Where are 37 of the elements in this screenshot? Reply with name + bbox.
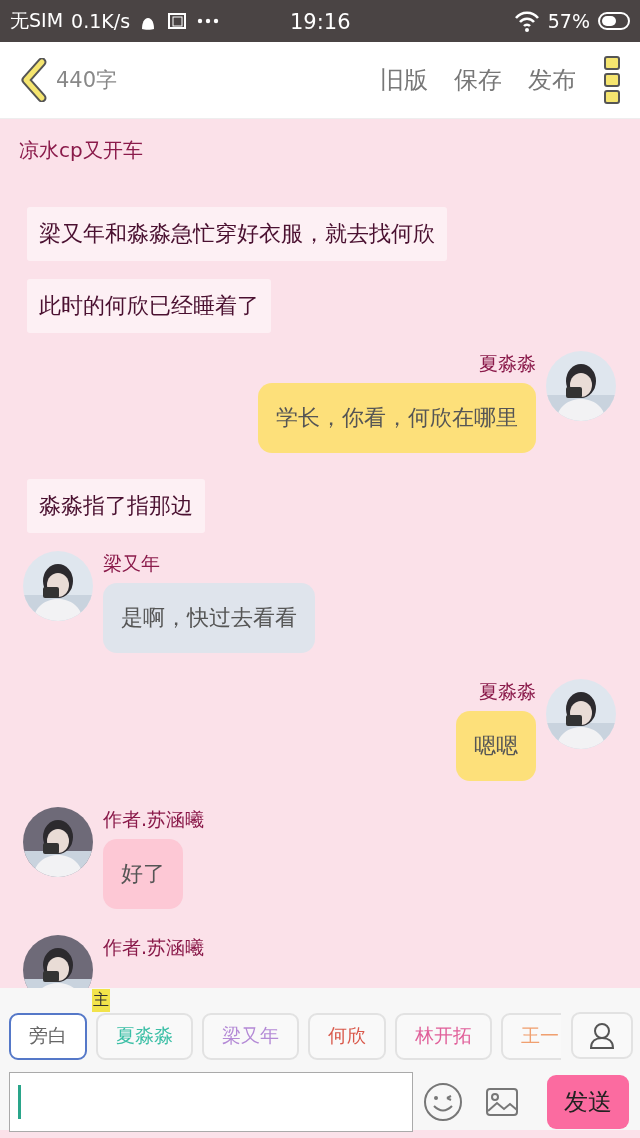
- character-chip[interactable]: 梁又年: [202, 1012, 299, 1060]
- send-button[interactable]: 发送: [547, 1075, 629, 1129]
- clock-time: 19:16: [290, 10, 351, 34]
- person-button[interactable]: [571, 1012, 633, 1059]
- battery-percent: 57%: [547, 10, 590, 32]
- message-bubble: 学长，你看，何欣在哪里: [258, 383, 536, 453]
- battery-icon: [598, 10, 630, 32]
- image-icon[interactable]: [485, 1085, 519, 1119]
- speaker-name: 夏淼淼: [479, 351, 536, 376]
- narration-text: 淼淼指了指那边: [27, 479, 205, 533]
- character-chip[interactable]: 旁白: [9, 1012, 87, 1060]
- message-input-field[interactable]: [9, 1072, 413, 1132]
- story-title: 凉水cp又开车: [19, 137, 144, 164]
- back-icon[interactable]: [18, 58, 48, 102]
- header-action-link[interactable]: 发布: [528, 64, 576, 96]
- message-bubble: 好了: [103, 839, 183, 909]
- header-action-link[interactable]: 保存: [454, 64, 502, 96]
- speaker-name: 夏淼淼: [479, 679, 536, 704]
- narration-text: 梁又年和淼淼急忙穿好衣服，就去找何欣: [27, 207, 447, 261]
- menu-icon[interactable]: [602, 55, 622, 105]
- main-badge: 主: [92, 988, 110, 1012]
- carrier-text: 无SIM: [10, 8, 64, 33]
- message-bubble: 嗯嗯: [456, 711, 536, 781]
- message-bubble: 是啊，快过去看看: [103, 583, 315, 653]
- wifi-icon: [513, 10, 540, 32]
- network-speed: 0.1K/s: [71, 10, 131, 32]
- speaker-name: 作者.苏涵曦: [103, 935, 205, 960]
- speaker-name: 梁又年: [103, 551, 160, 576]
- narration-text: 此时的何欣已经睡着了: [27, 279, 271, 333]
- speaker-name: 作者.苏涵曦: [103, 807, 205, 832]
- header-action-link[interactable]: 旧版: [380, 64, 428, 96]
- character-chip[interactable]: 林开拓: [395, 1012, 492, 1060]
- screenshot-icon: [166, 11, 189, 31]
- character-chip[interactable]: 何欣: [308, 1012, 386, 1060]
- emoji-icon[interactable]: [423, 1082, 463, 1122]
- person-icon: [589, 1021, 615, 1050]
- word-count: 440字: [56, 67, 118, 94]
